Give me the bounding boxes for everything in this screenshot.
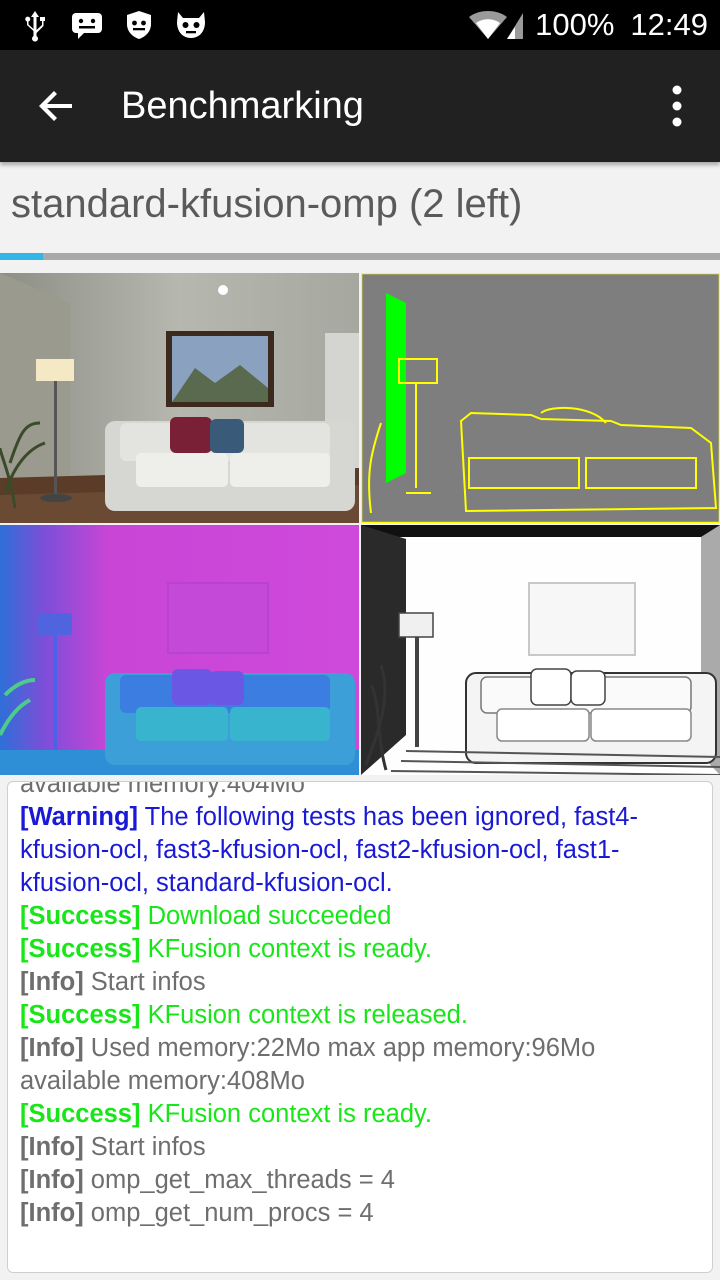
log-tag: [Success]: [20, 935, 141, 963]
log-line: [Success] KFusion context is ready.: [20, 933, 702, 966]
log-panel[interactable]: available memory:404Mo [Warning] The foll…: [7, 781, 713, 1273]
log-line: [Info] Start infos: [20, 1131, 702, 1164]
system-status: 100% 12:49: [467, 6, 708, 44]
benchmark-progress-bar: [0, 253, 720, 260]
wifi-signal-icon: [469, 11, 524, 39]
log-message: Start infos: [83, 968, 206, 996]
tracking-view: [361, 273, 720, 523]
log-tag: [Info]: [20, 1166, 84, 1194]
benchmark-title: standard-kfusion-omp (2 left): [11, 182, 523, 226]
log-line: [Success] Download succeeded: [20, 900, 702, 933]
cyanogen-icon: [177, 12, 205, 38]
log-message: KFusion context is ready.: [140, 1100, 432, 1128]
battery-level: 100%: [535, 7, 615, 42]
clock: 12:49: [630, 7, 708, 42]
notification-icon: [72, 13, 102, 39]
arrow-back-icon[interactable]: [28, 78, 84, 134]
log-tag: [Success]: [20, 902, 141, 930]
log-line: [Info] Start infos: [20, 966, 702, 999]
status-bar: 100% 12:49: [0, 0, 720, 50]
log-line: [Info] Used memory:22Mo max app memory:9…: [20, 1032, 702, 1098]
log-message: available memory:404Mo: [20, 781, 305, 798]
log-line: [Info] omp_get_num_procs = 4: [20, 1197, 702, 1230]
log-line: [Info] omp_get_max_threads = 4: [20, 1164, 702, 1197]
image-grid: [0, 273, 720, 776]
log-tag: [Warning]: [20, 803, 139, 831]
log-tag: [Info]: [20, 1133, 84, 1161]
log-line: available memory:404Mo: [20, 781, 702, 801]
progress-fill: [0, 253, 44, 260]
log-message: omp_get_max_threads = 4: [83, 1166, 395, 1194]
log-tag: [Info]: [20, 968, 84, 996]
log-lines: available memory:404Mo [Warning] The foll…: [20, 781, 702, 1230]
log-message: Download succeeded: [140, 902, 392, 930]
notification-icons: [18, 8, 208, 42]
app-title: Benchmarking: [121, 85, 364, 127]
more-vert-icon[interactable]: [662, 80, 692, 132]
log-tag: [Info]: [20, 1199, 84, 1227]
app-bar: Benchmarking: [0, 50, 720, 162]
usb-icon: [25, 11, 45, 42]
log-tag: [Success]: [20, 1100, 141, 1128]
log-message: Start infos: [83, 1133, 206, 1161]
log-line: [Warning] The following tests has been i…: [20, 801, 702, 900]
log-tag: [Info]: [20, 1034, 84, 1062]
log-message: Used memory:22Mo max app memory:96Mo ava…: [20, 1034, 596, 1095]
log-line: [Success] KFusion context is ready.: [20, 1098, 702, 1131]
rgb-input-view: [0, 273, 359, 523]
volume-render-view: [361, 525, 720, 775]
log-line: [Success] KFusion context is released.: [20, 999, 702, 1032]
log-tag: [Success]: [20, 1001, 141, 1029]
log-message: omp_get_num_procs = 4: [83, 1199, 374, 1227]
depth-view: [0, 525, 359, 775]
log-message: KFusion context is released.: [140, 1001, 468, 1029]
log-message: KFusion context is ready.: [140, 935, 432, 963]
shield-icon: [127, 11, 151, 39]
